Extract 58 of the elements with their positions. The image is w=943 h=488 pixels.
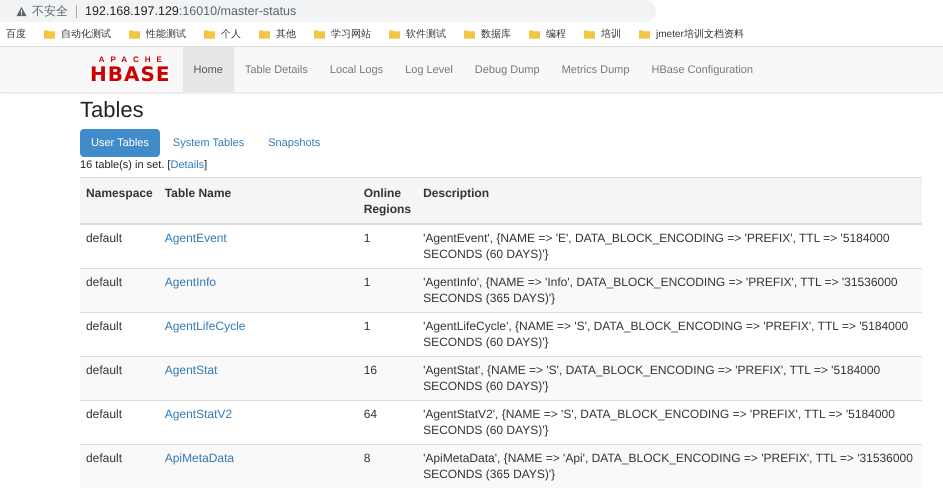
table-cell: 'AgentInfo', {NAME => 'Info', DATA_BLOCK_ENCODING => 'PREFIX', TTL => '31536000 SECONDS (365 DAYS)'}: [417, 268, 922, 312]
hbase-logo[interactable]: APACHE HBASE: [90, 56, 171, 84]
column-header: Description: [417, 178, 922, 224]
nav-link[interactable]: Log Level: [394, 47, 464, 92]
nav-link[interactable]: Local Logs: [318, 47, 394, 92]
bookmark-item[interactable]: 其他: [259, 27, 296, 41]
table-name-link[interactable]: AgentStat: [164, 363, 218, 377]
bookmark-item[interactable]: 性能测试: [129, 27, 186, 41]
folder-icon: [529, 29, 540, 39]
column-header: Online Regions: [358, 178, 418, 224]
folder-icon: [204, 29, 215, 39]
nav-link[interactable]: Metrics Dump: [550, 47, 640, 92]
folder-icon: [464, 29, 475, 39]
table-cell: 'AgentStat', {NAME => 'S', DATA_BLOCK_ENCODING => 'PREFIX', TTL => '5184000 SECONDS (60 DAYS)'}: [417, 356, 922, 400]
table-cell: 'ApiMetaData', {NAME => 'Api', DATA_BLOCK_ENCODING => 'PREFIX', TTL => '31536000 SECONDS (365 DAYS)'}: [417, 444, 922, 488]
tab[interactable]: User Tables: [80, 129, 160, 157]
url-text: 192.168.197.129:16010/master-status: [85, 4, 296, 18]
nav-link[interactable]: HBase Configuration: [640, 47, 764, 92]
folder-icon: [259, 29, 270, 39]
bookmark-item[interactable]: 个人: [204, 27, 241, 41]
column-header: Namespace: [80, 178, 159, 224]
bookmark-item[interactable]: 数据库: [464, 27, 511, 41]
bookmark-item[interactable]: 百度: [6, 27, 26, 41]
address-bar[interactable]: 不安全 192.168.197.129:16010/master-status: [0, 0, 656, 22]
bookmark-item[interactable]: 培训: [584, 27, 621, 41]
column-header: Table Name: [158, 178, 358, 224]
security-label: 不安全: [32, 2, 68, 20]
table-name-link[interactable]: AgentStatV2: [164, 407, 232, 421]
details-link[interactable]: Details: [170, 159, 204, 171]
bookmark-item[interactable]: jmeter培训文档资料: [639, 27, 744, 41]
table-name-link[interactable]: ApiMetaData: [164, 451, 234, 465]
nav-link[interactable]: Home: [182, 47, 234, 92]
folder-icon: [389, 29, 400, 39]
bookmark-item[interactable]: 学习网站: [314, 27, 371, 41]
nav-link[interactable]: Debug Dump: [464, 47, 551, 92]
table-cell: default: [80, 444, 159, 488]
tab[interactable]: Snapshots: [257, 129, 332, 157]
table-cell: default: [80, 268, 159, 312]
bookmark-item[interactable]: 编程: [529, 27, 566, 41]
bookmark-item[interactable]: 自动化测试: [44, 27, 111, 41]
tab[interactable]: System Tables: [162, 129, 256, 157]
folder-icon: [44, 29, 55, 39]
bookmark-item[interactable]: 软件测试: [389, 27, 446, 41]
table-count-text: 16 table(s) in set. [Details]: [80, 159, 208, 171]
table-cell: default: [80, 356, 159, 400]
warning-icon: [16, 6, 27, 16]
table-cell: 1: [358, 268, 418, 312]
table-name-link[interactable]: AgentLifeCycle: [164, 319, 246, 333]
nav-link[interactable]: Table Details: [234, 47, 319, 92]
folder-icon: [129, 29, 140, 39]
table-name-link[interactable]: AgentInfo: [164, 275, 216, 289]
folder-icon: [639, 29, 650, 39]
table-cell: 16: [358, 356, 418, 400]
folder-icon: [584, 29, 595, 39]
page-heading: Tables: [80, 97, 145, 123]
table-name-link[interactable]: AgentEvent: [164, 231, 227, 245]
table-cell: 8: [358, 444, 418, 488]
folder-icon: [314, 29, 325, 39]
